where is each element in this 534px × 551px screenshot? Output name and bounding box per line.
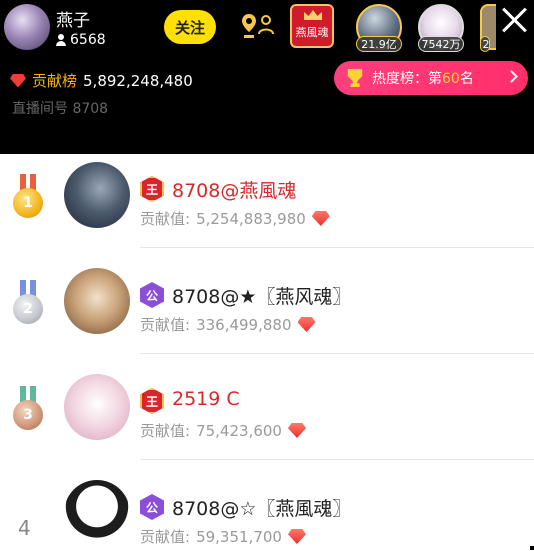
chevron-right-icon — [505, 70, 518, 83]
gem-icon — [311, 211, 330, 226]
hot-ranking-text: 热度榜：第60名 — [372, 71, 474, 87]
top-viewer-tag-3: 2 — [480, 36, 490, 52]
gem-icon — [287, 529, 306, 544]
avatar[interactable] — [64, 374, 130, 440]
divider — [140, 459, 534, 460]
hot-ranking-button[interactable]: 热度榜：第60名 — [334, 61, 528, 95]
list-item[interactable]: 4 公 8708@☆〖燕風魂〗 贡献值: 59,351,700 — [0, 472, 534, 551]
gem-icon — [10, 73, 26, 88]
user-name[interactable]: 2519 C — [172, 388, 240, 410]
level-badge: 王 — [140, 176, 164, 202]
level-badge: 公 — [140, 494, 164, 520]
divider — [140, 353, 534, 354]
host-fan-count: 6568 — [56, 32, 106, 48]
follow-button[interactable]: 关注 — [164, 10, 216, 44]
trophy-icon — [347, 69, 363, 87]
level-badge: 王 — [140, 388, 164, 414]
location-icon[interactable] — [240, 12, 276, 40]
user-name[interactable]: 8708@☆〖燕風魂〗 — [172, 494, 351, 521]
user-name[interactable]: 8708@★〖燕风魂〗 — [172, 282, 351, 309]
corner-mark — [530, 546, 534, 550]
list-item[interactable]: 3 王 2519 C 贡献值: 75,423,600 — [0, 366, 534, 472]
contribution-value: 贡献值: 336,499,880 — [140, 314, 316, 335]
gem-icon — [297, 317, 316, 332]
contribution-ranking-value: 5,892,248,480 — [83, 71, 193, 90]
avatar[interactable] — [64, 268, 130, 334]
level-badge: 公 — [140, 282, 164, 308]
divider — [140, 247, 534, 248]
room-number: 直播间号 8708 — [12, 101, 109, 117]
live-room-header: 燕子 6568 关注 燕風魂 21.9亿 7542万 2 贡献榜 5,892,2… — [0, 0, 534, 154]
top-viewer-tag-2: 7542万 — [418, 36, 464, 52]
crown-icon — [304, 10, 322, 20]
person-icon — [56, 34, 66, 46]
host-avatar[interactable] — [4, 4, 50, 50]
hot-ranking-number: 60 — [442, 71, 460, 87]
list-item[interactable]: 1 王 8708@燕風魂 贡献值: 5,254,883,980 — [0, 154, 534, 260]
bronze-medal-icon: 3 — [10, 386, 46, 432]
contribution-list: 1 王 8708@燕風魂 贡献值: 5,254,883,980 2 公 8708@… — [0, 154, 534, 551]
close-icon[interactable] — [500, 6, 528, 34]
fan-count-value: 6568 — [70, 32, 106, 48]
gold-medal-icon: 1 — [10, 174, 46, 220]
contribution-ranking-summary[interactable]: 贡献榜 5,892,248,480 — [10, 70, 193, 91]
avatar[interactable] — [64, 162, 130, 228]
gem-icon — [287, 423, 306, 438]
avatar[interactable] — [64, 480, 130, 546]
user-name[interactable]: 8708@燕風魂 — [172, 176, 296, 203]
fan-club-badge-label: 燕風魂 — [295, 26, 329, 39]
rank-number: 4 — [18, 516, 31, 540]
host-name: 燕子 — [56, 11, 90, 31]
silver-medal-icon: 2 — [10, 280, 46, 326]
contribution-ranking-label: 贡献榜 — [32, 72, 78, 90]
contribution-value: 贡献值: 59,351,700 — [140, 526, 306, 547]
fan-club-badge[interactable]: 燕風魂 — [290, 4, 334, 48]
contribution-value: 贡献值: 5,254,883,980 — [140, 208, 330, 229]
top-viewer-tag-1: 21.9亿 — [356, 36, 402, 52]
contribution-value: 贡献值: 75,423,600 — [140, 420, 306, 441]
list-item[interactable]: 2 公 8708@★〖燕风魂〗 贡献值: 336,499,880 — [0, 260, 534, 366]
